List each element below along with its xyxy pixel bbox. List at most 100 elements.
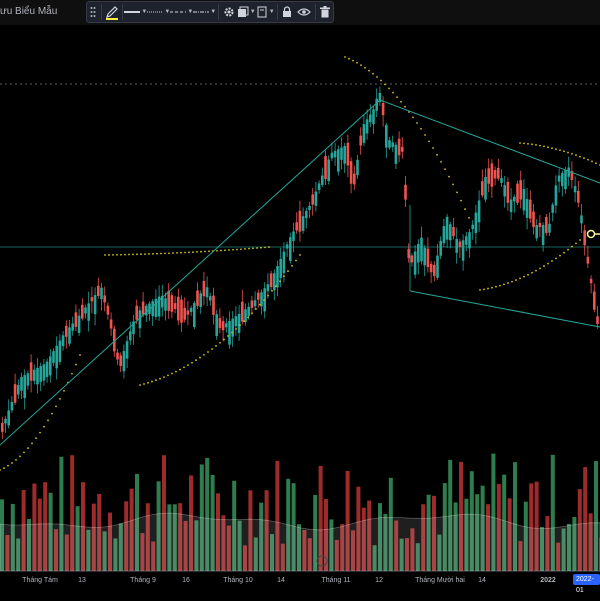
sar-dot <box>19 455 21 458</box>
candle-body <box>135 305 138 320</box>
sar-dot <box>432 147 434 149</box>
time-axis-tick: Tháng 11 <box>321 577 351 584</box>
sar-dot <box>215 345 217 347</box>
line-style-solid-icon[interactable]: ▼ <box>124 2 147 22</box>
sar-dot <box>167 374 169 377</box>
candle-body <box>74 312 78 327</box>
candle-body <box>180 299 183 323</box>
candle-body <box>493 169 497 179</box>
sar-dot <box>143 383 145 385</box>
sar-dot <box>200 250 202 253</box>
candle-body <box>404 184 407 200</box>
candle-body <box>484 176 487 200</box>
candle-body <box>129 331 132 341</box>
line-style-dashed-icon[interactable]: ▼ <box>147 2 170 22</box>
candle-body <box>68 327 71 344</box>
sar-dot <box>79 354 81 356</box>
sar-dot <box>183 366 185 369</box>
sar-dot <box>539 267 541 270</box>
sar-dot <box>527 273 529 276</box>
sar-dot <box>259 303 261 306</box>
candle-body <box>522 188 526 211</box>
sar-dot <box>168 252 170 255</box>
candle-body <box>580 215 583 224</box>
candle-body <box>29 362 33 381</box>
sar-dot <box>180 251 182 254</box>
sar-dot <box>7 464 9 467</box>
candle-body <box>97 285 100 296</box>
candle-body <box>234 316 238 327</box>
sar-dot <box>579 239 581 241</box>
trend-line <box>0 99 381 446</box>
candle-body <box>535 225 538 239</box>
sar-dot <box>368 69 370 72</box>
sar-dot <box>515 279 517 281</box>
candle-body <box>356 159 359 176</box>
candle-body <box>36 367 39 385</box>
sar-dot <box>543 145 545 148</box>
candle-body <box>564 170 567 190</box>
drag-handle-icon[interactable] <box>87 2 99 22</box>
candle-body <box>362 124 366 143</box>
candle-body <box>333 150 337 158</box>
candle-body <box>519 180 522 200</box>
sar-dot <box>260 246 262 249</box>
sar-dot <box>11 462 13 464</box>
sar-dot <box>112 253 114 256</box>
sar-dot <box>132 253 134 256</box>
sar-dot <box>559 254 561 257</box>
candle-body <box>500 177 503 183</box>
candle-body <box>218 318 222 329</box>
candle-body <box>42 364 46 381</box>
candle-body <box>538 222 542 228</box>
sar-dot <box>227 335 229 337</box>
price-chart-area[interactable] <box>0 25 600 571</box>
pencil-icon[interactable] <box>104 2 120 22</box>
candle-body <box>417 244 420 263</box>
candle-body <box>269 273 273 288</box>
candle-body <box>545 217 548 233</box>
line-style-dotted-icon[interactable]: ▼ <box>170 2 193 22</box>
template-label[interactable]: ưu Biểu Mẫu <box>0 6 57 17</box>
sar-dot <box>547 262 549 265</box>
candle-body <box>583 230 586 246</box>
candle-body <box>503 185 506 197</box>
candle-body <box>164 298 167 311</box>
sar-dot <box>487 287 489 290</box>
sar-dot <box>39 431 41 434</box>
candle-body <box>81 304 84 319</box>
candle-body <box>436 255 439 278</box>
sar-dot <box>23 451 25 454</box>
sar-dot <box>452 183 454 186</box>
clone-icon[interactable]: ▼ <box>256 2 275 22</box>
candle-body <box>58 340 62 362</box>
candle-body <box>506 181 510 203</box>
candle-body <box>116 352 119 360</box>
line-style-dashdot-icon[interactable]: ▼ <box>193 2 216 22</box>
candle-body <box>375 98 378 111</box>
candle-body <box>225 323 228 328</box>
candle-body <box>388 140 391 148</box>
chevron-down-icon: ▼ <box>268 9 275 15</box>
candle-body <box>394 144 398 164</box>
sar-dot <box>160 252 162 255</box>
candle-body <box>593 291 596 310</box>
time-axis[interactable]: Tháng Tám 13 Tháng 9 16 Tháng 10 14 Tháng 11 12… <box>0 571 600 601</box>
lock-icon[interactable] <box>280 2 296 22</box>
layers-icon[interactable]: ▼ <box>237 2 256 22</box>
settings-gear-icon[interactable] <box>221 2 237 22</box>
candle-body <box>237 313 241 333</box>
candle-body <box>196 290 199 306</box>
candle-body <box>455 239 458 253</box>
sar-dot <box>35 437 37 440</box>
drawing-handle <box>586 229 596 239</box>
sar-dot <box>535 269 537 272</box>
eye-icon[interactable] <box>295 2 312 22</box>
candle-body <box>61 335 65 347</box>
sar-dot <box>404 105 406 108</box>
sar-dot <box>120 253 122 256</box>
sar-dot <box>184 251 186 254</box>
trash-icon[interactable] <box>317 2 333 22</box>
sar-dot <box>559 149 561 152</box>
sar-dot <box>176 251 178 254</box>
